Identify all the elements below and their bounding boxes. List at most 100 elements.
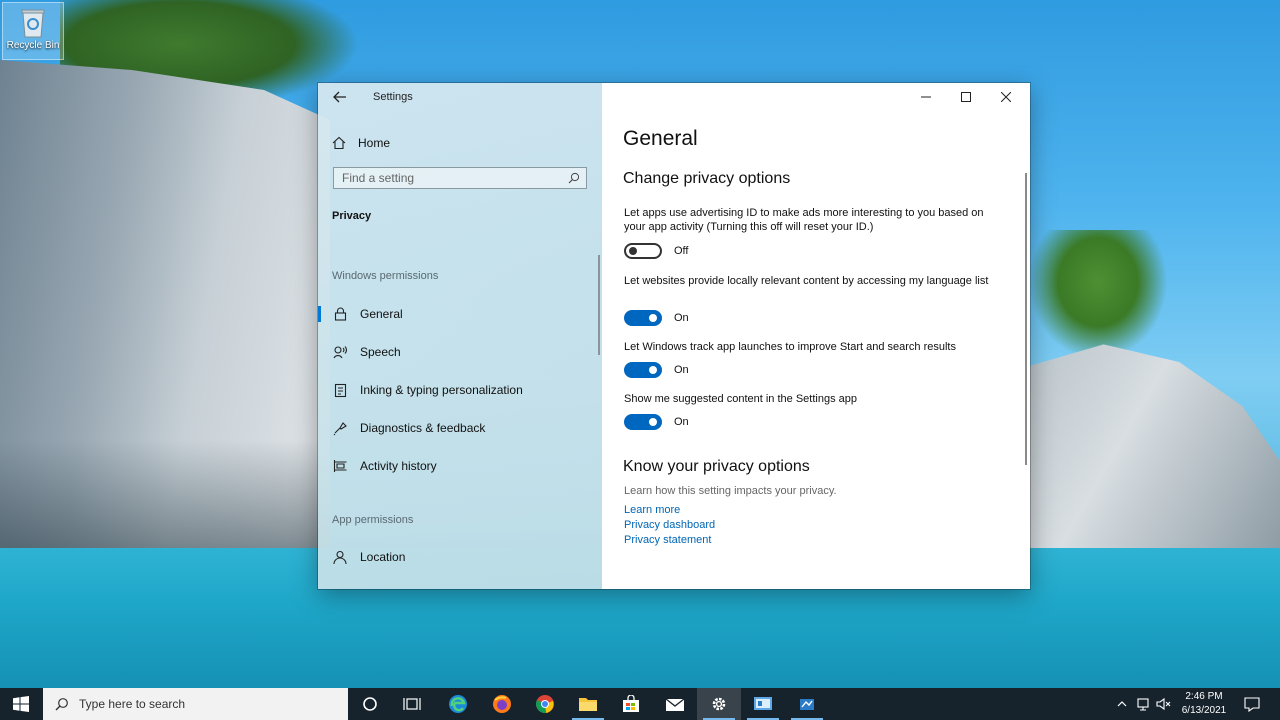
recycle-bin-label: Recycle Bin <box>6 40 60 51</box>
nav-item-inking-typing[interactable]: Inking & typing personalization <box>318 375 602 405</box>
language-list-toggle[interactable]: On <box>624 309 689 327</box>
notification-icon <box>1244 697 1260 712</box>
maximize-icon <box>961 92 971 102</box>
nav-item-label: Speech <box>360 345 401 359</box>
firefox-taskbar-button[interactable] <box>480 688 524 720</box>
minimize-icon <box>921 96 931 98</box>
close-icon <box>1001 92 1011 102</box>
app-permissions-header: App permissions <box>332 514 414 526</box>
task-view-icon <box>403 698 421 710</box>
taskbar-search-placeholder: Type here to search <box>79 697 186 711</box>
toggle-switch[interactable] <box>624 243 662 259</box>
show-hidden-icons-button[interactable] <box>1112 688 1132 720</box>
close-button[interactable] <box>984 83 1028 111</box>
windows-permissions-header: Windows permissions <box>332 270 439 282</box>
store-taskbar-button[interactable] <box>609 688 653 720</box>
advertising-id-toggle[interactable]: Off <box>624 242 688 260</box>
taskbar-clock[interactable]: 2:46 PM 6/13/2021 <box>1174 690 1234 718</box>
toggle-state-label: Off <box>674 245 689 257</box>
inking-icon <box>332 382 348 398</box>
nav-item-label: General <box>360 307 403 321</box>
nav-item-diagnostics-feedback[interactable]: Diagnostics & feedback <box>318 413 602 443</box>
settings-icon <box>712 697 726 711</box>
search-icon <box>568 172 580 184</box>
windows-logo-icon <box>13 696 29 712</box>
nav-home-label: Home <box>358 136 391 150</box>
cortana-button[interactable] <box>348 688 392 720</box>
start-button[interactable] <box>0 688 42 720</box>
edge-taskbar-button[interactable] <box>436 688 480 720</box>
control-panel-taskbar-button[interactable] <box>741 688 785 720</box>
language-list-description: Let websites provide locally relevant co… <box>624 275 989 287</box>
activity-history-icon <box>332 458 348 474</box>
nav-item-label: Activity history <box>360 459 437 473</box>
taskbar-search-box[interactable]: Type here to search <box>43 688 348 720</box>
settings-taskbar-button[interactable] <box>697 688 741 720</box>
nav-item-general[interactable]: General <box>318 299 602 329</box>
recycle-bin-icon <box>21 9 45 38</box>
maximize-button[interactable] <box>944 83 988 111</box>
find-setting-input[interactable] <box>334 168 562 188</box>
wallpaper-trees-right <box>1028 230 1168 360</box>
action-center-button[interactable] <box>1238 688 1266 720</box>
recycle-bin-shortcut[interactable]: Recycle Bin <box>2 2 64 60</box>
minimize-button[interactable] <box>904 83 948 111</box>
back-arrow-icon[interactable] <box>332 89 348 105</box>
wallpaper-cliff-right <box>1028 344 1280 560</box>
home-icon <box>332 136 346 150</box>
diagnostics-icon <box>332 420 348 436</box>
mail-taskbar-button[interactable] <box>653 688 697 720</box>
toggle-state-label: On <box>674 312 689 324</box>
chrome-taskbar-button[interactable] <box>523 688 567 720</box>
nav-item-label: Diagnostics & feedback <box>360 421 486 435</box>
settings-nav-pane: Settings Home Privacy Windows permission… <box>318 83 602 589</box>
nav-item-speech[interactable]: Speech <box>318 337 602 367</box>
toggle-state-label: On <box>674 364 689 376</box>
toggle-state-label: On <box>674 416 689 428</box>
network-tool-icon <box>800 699 814 710</box>
volume-tray-button[interactable] <box>1154 688 1174 720</box>
chevron-up-icon <box>1117 701 1127 707</box>
change-privacy-options-heading: Change privacy options <box>623 170 791 187</box>
know-privacy-options-heading: Know your privacy options <box>623 458 810 475</box>
network-icon <box>1137 698 1149 711</box>
suggested-content-toggle[interactable]: On <box>624 413 689 431</box>
nav-item-activity-history[interactable]: Activity history <box>318 451 602 481</box>
wallpaper-cliff-shadow <box>0 440 330 560</box>
content-scrollbar[interactable] <box>1025 173 1027 465</box>
location-icon <box>332 549 348 565</box>
window-title: Settings <box>373 91 413 103</box>
network-tray-button[interactable] <box>1134 688 1154 720</box>
lock-icon <box>332 306 348 322</box>
nav-home[interactable]: Home <box>332 133 390 153</box>
nav-scrollbar[interactable] <box>598 255 600 355</box>
privacy-dashboard-link[interactable]: Privacy dashboard <box>624 519 715 531</box>
privacy-statement-link[interactable]: Privacy statement <box>624 534 711 546</box>
speech-icon <box>332 344 348 360</box>
nav-category-title: Privacy <box>332 210 372 222</box>
learn-more-link[interactable]: Learn more <box>624 504 680 516</box>
store-icon <box>623 695 639 712</box>
volume-muted-icon <box>1156 697 1171 711</box>
taskbar: Type here to search 2:46 PM 6/13/2021 <box>0 688 1280 720</box>
control-panel-icon <box>754 697 772 710</box>
toggle-switch[interactable] <box>624 310 662 326</box>
edge-icon <box>449 695 467 713</box>
nav-item-label: Location <box>360 550 406 564</box>
mail-icon <box>665 698 685 711</box>
network-tool-taskbar-button[interactable] <box>785 688 829 720</box>
file-explorer-taskbar-button[interactable] <box>566 688 610 720</box>
toggle-switch[interactable] <box>624 362 662 378</box>
toggle-switch[interactable] <box>624 414 662 430</box>
privacy-impact-description: Learn how this setting impacts your priv… <box>624 485 837 497</box>
suggested-content-description: Show me suggested content in the Setting… <box>624 393 857 405</box>
track-app-launches-description: Let Windows track app launches to improv… <box>624 341 956 353</box>
clock-time: 2:46 PM <box>1185 691 1223 702</box>
chrome-icon <box>536 695 554 714</box>
page-title: General <box>623 127 698 150</box>
find-setting-search[interactable] <box>333 167 587 189</box>
firefox-icon <box>493 695 511 713</box>
track-app-launches-toggle[interactable]: On <box>624 361 689 379</box>
nav-item-location[interactable]: Location <box>318 542 602 572</box>
task-view-button[interactable] <box>390 688 434 720</box>
